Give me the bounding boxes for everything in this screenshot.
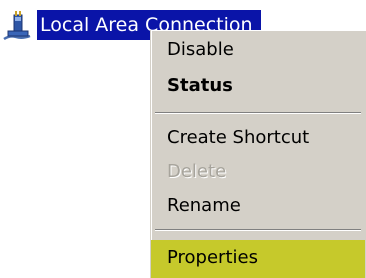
network-connection-icon: [2, 9, 36, 41]
menu-item-delete: Delete: [167, 161, 227, 182]
menu-item-create-shortcut[interactable]: Create Shortcut: [151, 122, 365, 154]
menu-separator: [155, 112, 361, 114]
menu-item-disable[interactable]: Disable: [151, 34, 365, 66]
menu-item-status[interactable]: Status: [151, 70, 365, 102]
menu-separator: [155, 229, 361, 231]
menu-item-properties[interactable]: Properties: [151, 240, 365, 278]
context-menu: Disable Status Create Shortcut Delete Re…: [150, 30, 366, 278]
menu-item-rename[interactable]: Rename: [151, 190, 365, 222]
